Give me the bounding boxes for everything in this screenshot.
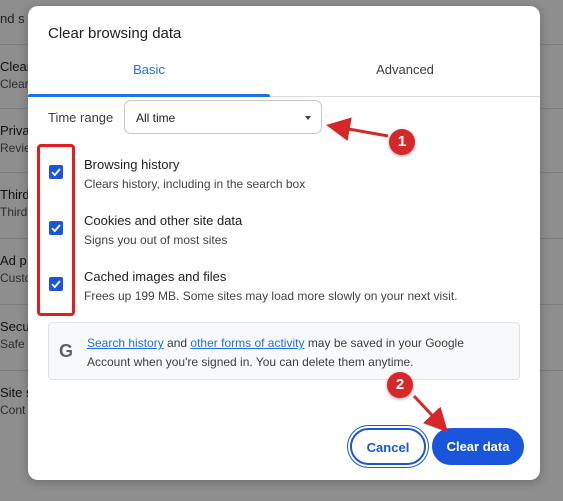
tab-advanced[interactable]: Advanced	[270, 56, 540, 96]
clear-data-button[interactable]: Clear data	[432, 428, 524, 465]
settings-row-title: Priva	[0, 123, 30, 138]
settings-row-subtitle: Revie	[0, 141, 31, 155]
settings-row-subtitle: Safe	[0, 337, 25, 351]
time-range-select[interactable]: All time	[124, 100, 322, 134]
settings-header-text: nd s	[0, 11, 25, 26]
info-text-and: and	[167, 336, 188, 350]
settings-row-subtitle: Custo	[0, 271, 32, 285]
settings-row-title: Clear	[0, 59, 32, 74]
option-description: Signs you out of most sites	[84, 233, 228, 247]
info-text: Search history and other forms of activi…	[87, 334, 507, 372]
settings-row-subtitle: Third	[0, 205, 28, 219]
clear-browsing-data-dialog: Clear browsing data Basic Advanced Time …	[28, 6, 540, 480]
time-range-value: All time	[136, 111, 176, 125]
other-activity-link[interactable]: other forms of activity	[190, 336, 304, 350]
settings-row-subtitle: Clear	[0, 77, 29, 91]
tab-basic-label: Basic	[133, 62, 165, 77]
option-cached-images: Cached images and files Frees up 199 MB.…	[48, 268, 528, 316]
settings-row-title: Third	[0, 187, 30, 202]
google-account-info-box: G Search history and other forms of acti…	[48, 322, 520, 380]
search-history-link[interactable]: Search history	[87, 336, 164, 350]
google-g-icon: G	[59, 341, 74, 361]
settings-row-title: Secu	[0, 319, 30, 334]
tab-active-indicator	[28, 94, 270, 97]
dialog-title: Clear browsing data	[48, 25, 182, 42]
dropdown-arrow-icon	[305, 116, 311, 120]
option-browsing-history: Browsing history Clears history, includi…	[48, 156, 528, 204]
option-description: Frees up 199 MB. Some sites may load mor…	[84, 289, 458, 303]
tab-bar: Basic Advanced	[28, 56, 540, 97]
time-range-label: Time range	[48, 110, 114, 125]
annotation-badge-1: 1	[389, 129, 415, 155]
cancel-button[interactable]: Cancel	[350, 428, 426, 465]
settings-row-subtitle: Cont	[0, 403, 26, 417]
annotation-badge-2: 2	[387, 372, 413, 398]
option-label: Cookies and other site data	[84, 213, 243, 228]
tab-basic[interactable]: Basic	[28, 56, 270, 97]
option-label: Browsing history	[84, 157, 180, 172]
option-cookies: Cookies and other site data Signs you ou…	[48, 212, 528, 260]
checkbox-highlight-box	[37, 144, 75, 316]
option-description: Clears history, including in the search …	[84, 177, 306, 191]
option-label: Cached images and files	[84, 269, 227, 284]
tab-advanced-label: Advanced	[376, 62, 434, 77]
settings-row-title: Ad p	[0, 253, 27, 268]
